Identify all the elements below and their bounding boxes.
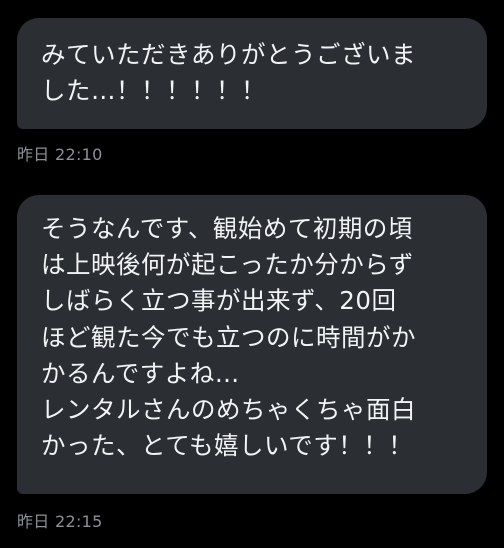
message-text-line: しばらく立つ事が出来ず、20回 xyxy=(41,286,397,316)
message-text-line: ほど観た今でも立つのに時間がか xyxy=(41,322,416,352)
message-timestamp: 昨日 22:10 xyxy=(17,145,103,164)
message-text-line: は上映後何が起こったか分からず xyxy=(41,250,414,280)
message-text-line: かるんですよね… xyxy=(41,358,240,388)
message-text-line: レンタルさんのめちゃくちゃ面白 xyxy=(41,395,416,425)
message-text-line: した…！！！！！！ xyxy=(41,76,266,106)
message-bubble[interactable]: みていただきありがとうございま した…！！！！！！ xyxy=(17,18,487,129)
message-text-line: かった、とても嬉しいです！！！ xyxy=(41,431,414,461)
message-timestamp: 昨日 22:15 xyxy=(17,512,103,531)
message-text-line: みていただきありがとうございま xyxy=(41,40,416,69)
message-text-line: そうなんです、観始めて初期の頃 xyxy=(41,214,413,243)
message-bubble[interactable]: そうなんです、観始めて初期の頃 は上映後何が起こったか分からず しばらく立つ事が… xyxy=(17,195,487,494)
